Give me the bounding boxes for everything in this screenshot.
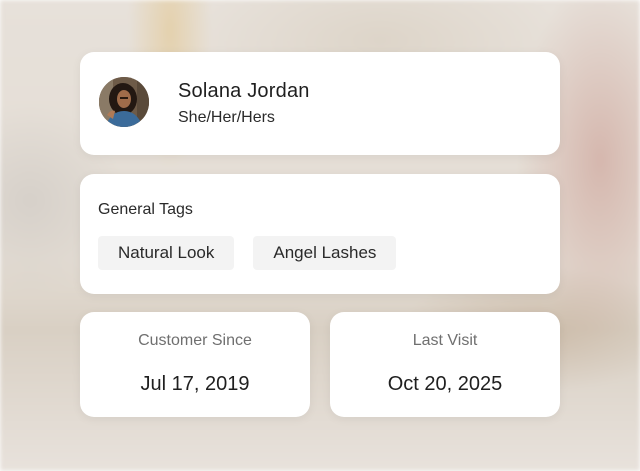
customer-name: Solana Jordan	[178, 80, 310, 102]
avatar	[99, 77, 149, 127]
customer-since-value: Jul 17, 2019	[140, 373, 250, 395]
customer-since-label: Customer Since	[138, 332, 252, 349]
general-tags-card: General Tags Natural Look Angel Lashes	[80, 174, 560, 294]
general-tags-title: General Tags	[98, 201, 193, 218]
customer-since-card: Customer Since Jul 17, 2019	[80, 312, 310, 417]
tag-chip[interactable]: Angel Lashes	[253, 236, 397, 270]
customer-profile-card: Solana Jordan She/Her/Hers	[80, 52, 560, 155]
tag-chip[interactable]: Natural Look	[98, 236, 235, 270]
last-visit-card: Last Visit Oct 20, 2025	[330, 312, 560, 417]
tag-list: Natural Look Angel Lashes	[98, 236, 397, 270]
customer-pronouns: She/Her/Hers	[178, 109, 275, 126]
avatar-photo	[99, 77, 149, 127]
last-visit-value: Oct 20, 2025	[387, 373, 503, 395]
last-visit-label: Last Visit	[412, 332, 478, 349]
